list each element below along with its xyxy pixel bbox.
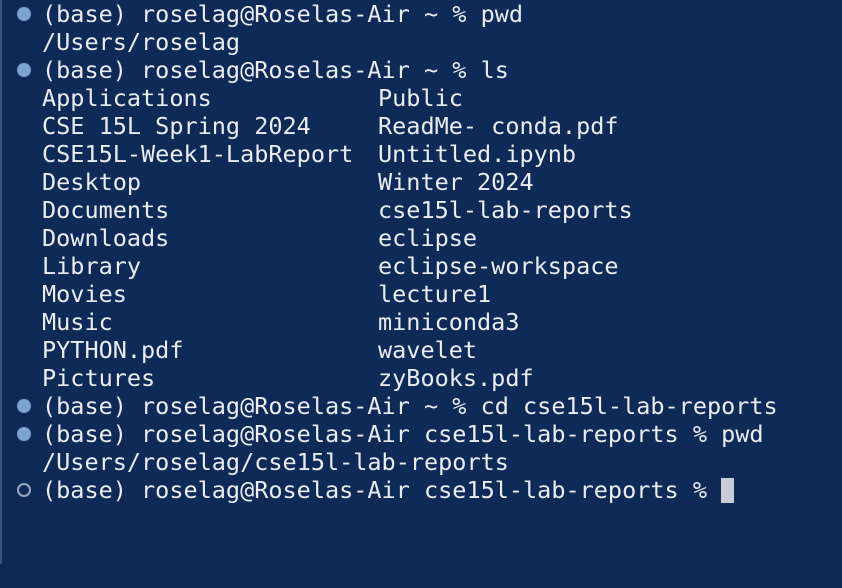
listing-row: CSE 15L Spring 2024 ReadMe- conda.pdf <box>0 112 619 140</box>
listing-entry: miniconda3 <box>378 308 520 336</box>
listing-entry: Movies <box>42 280 127 308</box>
command-line-ls: (base) roselag@Roselas-Air ~ % ls <box>0 56 509 84</box>
listing-entry: Public <box>378 84 463 112</box>
listing-row: Pictures zyBooks.pdf <box>0 364 534 392</box>
listing-row: Library eclipse-workspace <box>0 252 619 280</box>
listing-row: Downloads eclipse <box>0 224 477 252</box>
listing-row: Music miniconda3 <box>0 308 519 336</box>
command-text: (base) roselag@Roselas-Air ~ % pwd <box>42 0 524 28</box>
listing-entry: zyBooks.pdf <box>378 364 534 392</box>
listing-entry: cse15l-lab-reports <box>378 196 633 224</box>
listing-entry: Documents <box>42 196 170 224</box>
listing-row: CSE15L-Week1-LabReport Untitled.ipynb <box>0 140 576 168</box>
listing-entry: Winter 2024 <box>378 168 534 196</box>
prompt-label: (base) roselag@Roselas-Air cse15l-lab-re… <box>42 476 707 504</box>
listing-entry: Library <box>42 252 142 280</box>
listing-entry: Desktop <box>42 168 142 196</box>
listing-row: Movies lecture1 <box>0 280 491 308</box>
output-text: /Users/roselag <box>42 28 241 56</box>
command-success-dot-icon[interactable] <box>17 63 31 77</box>
listing-entry: wavelet <box>378 336 478 364</box>
listing-entry: Downloads <box>42 224 170 252</box>
listing-entry: lecture1 <box>378 280 492 308</box>
listing-entry: eclipse-workspace <box>378 252 619 280</box>
listing-row: PYTHON.pdf wavelet <box>0 336 477 364</box>
command-line-pwd: (base) roselag@Roselas-Air ~ % pwd <box>0 0 523 28</box>
command-text: (base) roselag@Roselas-Air ~ % cd cse15l… <box>42 392 778 420</box>
active-prompt-line[interactable]: (base) roselag@Roselas-Air cse15l-lab-re… <box>0 476 734 504</box>
listing-entry: Applications <box>42 84 212 112</box>
command-success-dot-icon[interactable] <box>17 7 31 21</box>
command-success-dot-icon[interactable] <box>17 427 31 441</box>
prompt-text: (base) roselag@Roselas-Air cse15l-lab-re… <box>42 476 734 504</box>
listing-row: Applications Public <box>0 84 463 112</box>
text-cursor <box>720 478 734 503</box>
command-text: (base) roselag@Roselas-Air ~ % ls <box>42 56 509 84</box>
command-success-dot-icon[interactable] <box>17 399 31 413</box>
output-line: /Users/roselag/cse15l-lab-reports <box>0 448 509 476</box>
output-line: /Users/roselag <box>0 28 240 56</box>
listing-entry: Pictures <box>42 364 156 392</box>
listing-entry: PYTHON.pdf <box>42 336 184 364</box>
command-line-cd: (base) roselag@Roselas-Air ~ % cd cse15l… <box>0 392 778 420</box>
command-text: (base) roselag@Roselas-Air cse15l-lab-re… <box>42 420 764 448</box>
listing-entry: Untitled.ipynb <box>378 140 577 168</box>
listing-row: Documents cse15l-lab-reports <box>0 196 633 224</box>
listing-row: Desktop Winter 2024 <box>0 168 534 196</box>
listing-entry: ReadMe- conda.pdf <box>378 112 619 140</box>
command-pending-circle-icon[interactable] <box>17 483 31 497</box>
output-text: /Users/roselag/cse15l-lab-reports <box>42 448 509 476</box>
command-line-pwd: (base) roselag@Roselas-Air cse15l-lab-re… <box>0 420 764 448</box>
listing-entry: CSE 15L Spring 2024 <box>42 112 311 140</box>
listing-entry: eclipse <box>378 224 478 252</box>
terminal-pane[interactable]: (base) roselag@Roselas-Air ~ % pwd /User… <box>0 0 842 564</box>
listing-entry: CSE15L-Week1-LabReport <box>42 140 354 168</box>
listing-entry: Music <box>42 308 113 336</box>
